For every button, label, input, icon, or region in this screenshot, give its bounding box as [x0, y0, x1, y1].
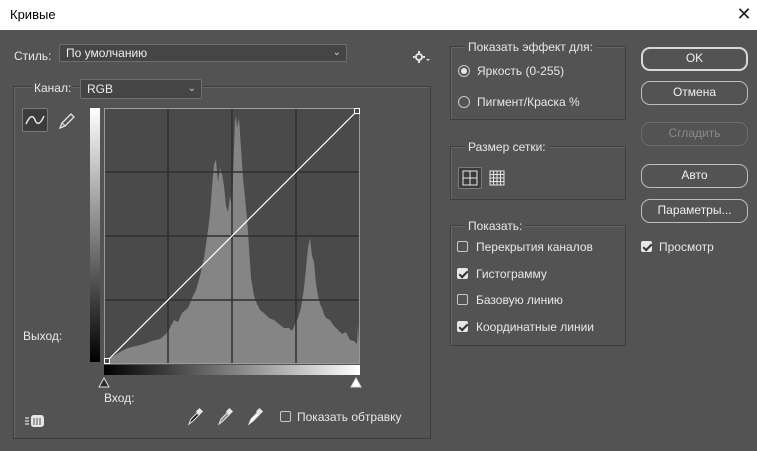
intersection-line-checkbox[interactable]: [457, 321, 468, 332]
curve-point-white[interactable]: [354, 108, 360, 114]
black-eyedropper-icon[interactable]: [186, 407, 204, 427]
black-point-slider[interactable]: [98, 376, 110, 389]
auto-button[interactable]: Авто: [641, 164, 748, 188]
chevron-down-icon: ⌄: [187, 83, 196, 94]
channel-label: Канал:: [32, 81, 74, 95]
preset-value: По умолчанию: [66, 46, 148, 60]
preset-select[interactable]: По умолчанию ⌄: [59, 44, 347, 62]
grid-size-legend: Размер сетки:: [465, 140, 549, 154]
curve-point-black[interactable]: [104, 358, 110, 364]
show-clipping-label: Показать обтравку: [297, 410, 402, 424]
output-gradient-bar: [90, 108, 100, 362]
preview-checkbox[interactable]: [641, 241, 652, 252]
show-amount-legend: Показать эффект для:: [465, 40, 596, 54]
hand-adjust-icon[interactable]: [24, 412, 46, 430]
ok-button[interactable]: OK: [641, 47, 748, 71]
histogram-label: Гистограмму: [476, 267, 547, 281]
close-icon[interactable]: ✕: [735, 4, 753, 24]
curve-graph[interactable]: [104, 108, 360, 364]
chevron-down-icon: ⌄: [332, 47, 341, 58]
light-radio[interactable]: [458, 65, 470, 77]
preview-label: Просмотр: [659, 240, 714, 254]
white-eyedropper-icon[interactable]: [246, 407, 264, 427]
show-clipping-checkbox[interactable]: [280, 411, 291, 422]
simple-grid-button[interactable]: [458, 167, 482, 189]
pigment-radio-label: Пигмент/Краска %: [477, 95, 580, 109]
input-gradient-bar: [104, 365, 360, 375]
gray-eyedropper-icon[interactable]: [216, 407, 234, 427]
cancel-button[interactable]: Отмена: [641, 81, 748, 105]
display-legend: Показать:: [465, 219, 526, 233]
edit-points-tool[interactable]: [22, 108, 48, 132]
smooth-button[interactable]: Сгладить: [641, 122, 748, 146]
grid-4-icon: [462, 170, 478, 186]
input-label: Вход:: [104, 391, 135, 405]
window-title: Кривые: [10, 7, 56, 22]
intersection-line-label: Координатные линии: [476, 320, 594, 334]
histogram-checkbox[interactable]: [457, 268, 468, 279]
baseline-checkbox[interactable]: [457, 294, 468, 305]
curve-icon: [25, 115, 45, 125]
white-point-slider[interactable]: [350, 376, 362, 389]
light-radio-label: Яркость (0-255): [477, 64, 565, 78]
channel-value: RGB: [87, 82, 114, 96]
pencil-icon[interactable]: [56, 110, 78, 132]
grid-10-icon: [489, 170, 505, 186]
output-label: Выход:: [23, 329, 63, 343]
title-bar: Кривые ✕: [0, 0, 757, 30]
gear-icon[interactable]: [413, 50, 431, 64]
baseline-label: Базовую линию: [476, 293, 563, 307]
detailed-grid-button[interactable]: [486, 168, 508, 188]
channel-select[interactable]: RGB ⌄: [80, 79, 202, 99]
preset-label: Стиль:: [14, 49, 52, 63]
channel-overlays-checkbox[interactable]: [457, 241, 468, 252]
options-button[interactable]: Параметры...: [641, 199, 748, 223]
channel-overlays-label: Перекрытия каналов: [476, 240, 593, 254]
pigment-radio[interactable]: [458, 96, 470, 108]
